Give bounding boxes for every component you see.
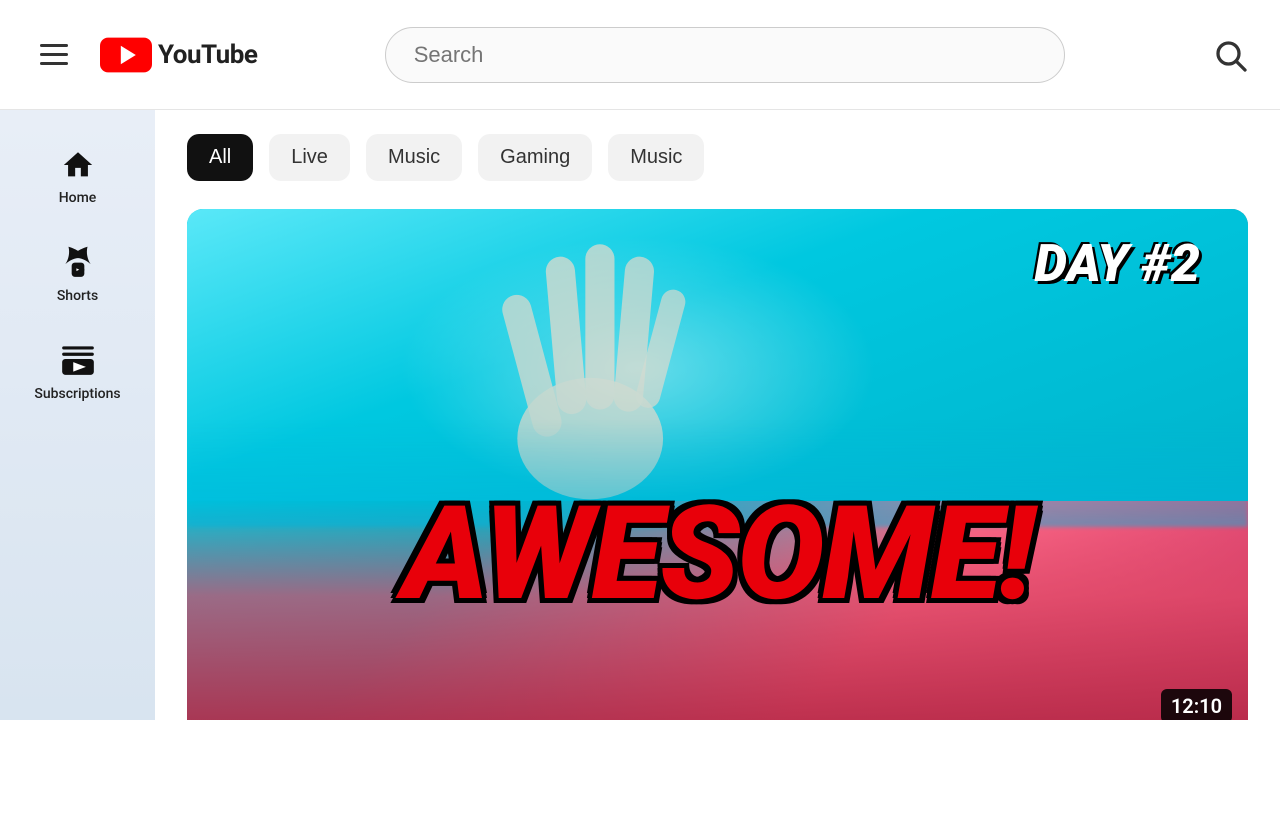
video-card[interactable]: DAY #2 AWESOME! 12:10: [187, 209, 1248, 720]
filter-chip-music[interactable]: Music: [366, 134, 462, 181]
video-thumbnail: DAY #2 AWESOME! 12:10: [187, 209, 1248, 720]
header: YouTube: [0, 0, 1280, 110]
search-icon: [1212, 37, 1248, 73]
youtube-logo[interactable]: YouTube: [100, 37, 257, 73]
sidebar-shorts-label: Shorts: [57, 288, 98, 304]
sidebar-subscriptions-label: Subscriptions: [34, 386, 120, 402]
filter-row: All Live Music Gaming Music: [187, 134, 1248, 181]
day-label: DAY #2: [1034, 233, 1200, 294]
filter-chip-gaming[interactable]: Gaming: [478, 134, 592, 181]
sidebar-item-home[interactable]: Home: [0, 130, 155, 224]
main-content: All Live Music Gaming Music: [155, 110, 1280, 720]
sidebar-item-shorts[interactable]: Shorts: [0, 224, 155, 322]
search-input[interactable]: [385, 27, 1065, 83]
video-duration: 12:10: [1161, 689, 1232, 720]
filter-chip-music2[interactable]: Music: [608, 134, 704, 181]
subscriptions-icon: [59, 340, 97, 378]
filter-chip-live[interactable]: Live: [269, 134, 350, 181]
filter-chip-all[interactable]: All: [187, 134, 253, 181]
search-wrapper: [385, 27, 1065, 83]
youtube-logo-icon: [100, 37, 152, 73]
shorts-icon: [59, 242, 97, 280]
sidebar: Home Shorts Subscriptions: [0, 110, 155, 720]
youtube-wordmark: YouTube: [158, 40, 257, 70]
search-button[interactable]: [1212, 37, 1248, 73]
awesome-label: AWESOME!: [187, 489, 1248, 619]
menu-button[interactable]: [32, 36, 76, 73]
home-icon: [61, 148, 95, 182]
sidebar-home-label: Home: [59, 190, 97, 206]
sidebar-item-subscriptions[interactable]: Subscriptions: [0, 322, 155, 420]
